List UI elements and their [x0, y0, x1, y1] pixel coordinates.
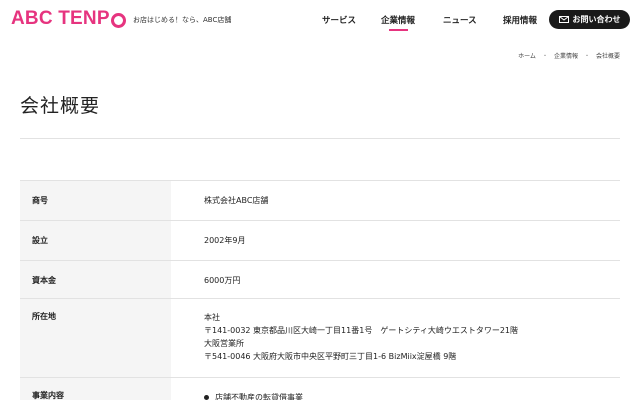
address-line: 本社 [204, 313, 220, 322]
address-line: 〒141-0032 東京都品川区大崎一丁目11番1号 ゲートシティ大崎ウエストタ… [204, 326, 519, 335]
breadcrumb: ホーム ・ 企業情報 ・ 会社概要 [518, 51, 620, 60]
table-row: 事業内容 店舗不動産の転貸借事業 [20, 377, 620, 400]
business-list: 店舗不動産の転貸借事業 [171, 378, 620, 400]
row-label: 商号 [20, 181, 171, 220]
list-item-text: 店舗不動産の転貸借事業 [215, 393, 303, 400]
breadcrumb-separator: ・ [583, 53, 590, 60]
row-label: 設立 [20, 221, 171, 260]
breadcrumb-current: 会社概要 [595, 53, 620, 60]
breadcrumb-company[interactable]: 企業情報 [554, 51, 578, 60]
row-value: 2002年9月 [204, 236, 246, 245]
address-line: 〒541-0046 大阪府大阪市中央区平野町三丁目1-6 BizMiix淀屋橋 … [204, 352, 457, 361]
table-row: 資本金 6000万円 [20, 260, 620, 298]
address-line: 大阪営業所 [204, 339, 244, 348]
logo[interactable]: ABC TENP [11, 8, 126, 30]
tagline: お店はじめる！なら、ABC店舗 [133, 16, 232, 24]
table-row: 設立 2002年9月 [20, 220, 620, 260]
nav-item-company[interactable]: 企業情報 [381, 14, 415, 26]
bullet-icon [204, 395, 209, 400]
row-label: 資本金 [20, 261, 171, 298]
row-value: 6000万円 [204, 276, 241, 285]
mail-icon [558, 16, 569, 23]
row-label: 事業内容 [20, 378, 171, 400]
logo-o-mark [110, 12, 126, 28]
logo-text: ABC TENP [11, 8, 110, 29]
address-value: 本社 〒141-0032 東京都品川区大崎一丁目11番1号 ゲートシティ大崎ウエ… [171, 299, 620, 377]
breadcrumb-home[interactable]: ホーム [518, 51, 536, 60]
breadcrumb-separator: ・ [541, 53, 548, 60]
nav-item-news[interactable]: ニュース [443, 14, 477, 26]
divider [20, 138, 620, 139]
company-info-table: 商号 株式会社ABC店舗 設立 2002年9月 資本金 6000万円 所在地 本… [20, 180, 620, 400]
nav-item-services[interactable]: サービス [322, 14, 356, 26]
site-header: ABC TENP お店はじめる！なら、ABC店舗 サービス 企業情報 ニュース … [0, 0, 640, 40]
table-row: 商号 株式会社ABC店舗 [20, 180, 620, 220]
list-item: 店舗不動産の転貸借事業 [204, 392, 620, 400]
contact-button-label: お問い合わせ [572, 15, 621, 24]
contact-button[interactable]: お問い合わせ [549, 10, 630, 29]
nav-active-indicator [389, 29, 408, 31]
row-label: 所在地 [20, 299, 171, 377]
table-row: 所在地 本社 〒141-0032 東京都品川区大崎一丁目11番1号 ゲートシティ… [20, 298, 620, 377]
row-value: 株式会社ABC店舗 [204, 196, 269, 205]
nav-item-recruit[interactable]: 採用情報 [503, 14, 537, 26]
page-title: 会社概要 [20, 95, 101, 117]
